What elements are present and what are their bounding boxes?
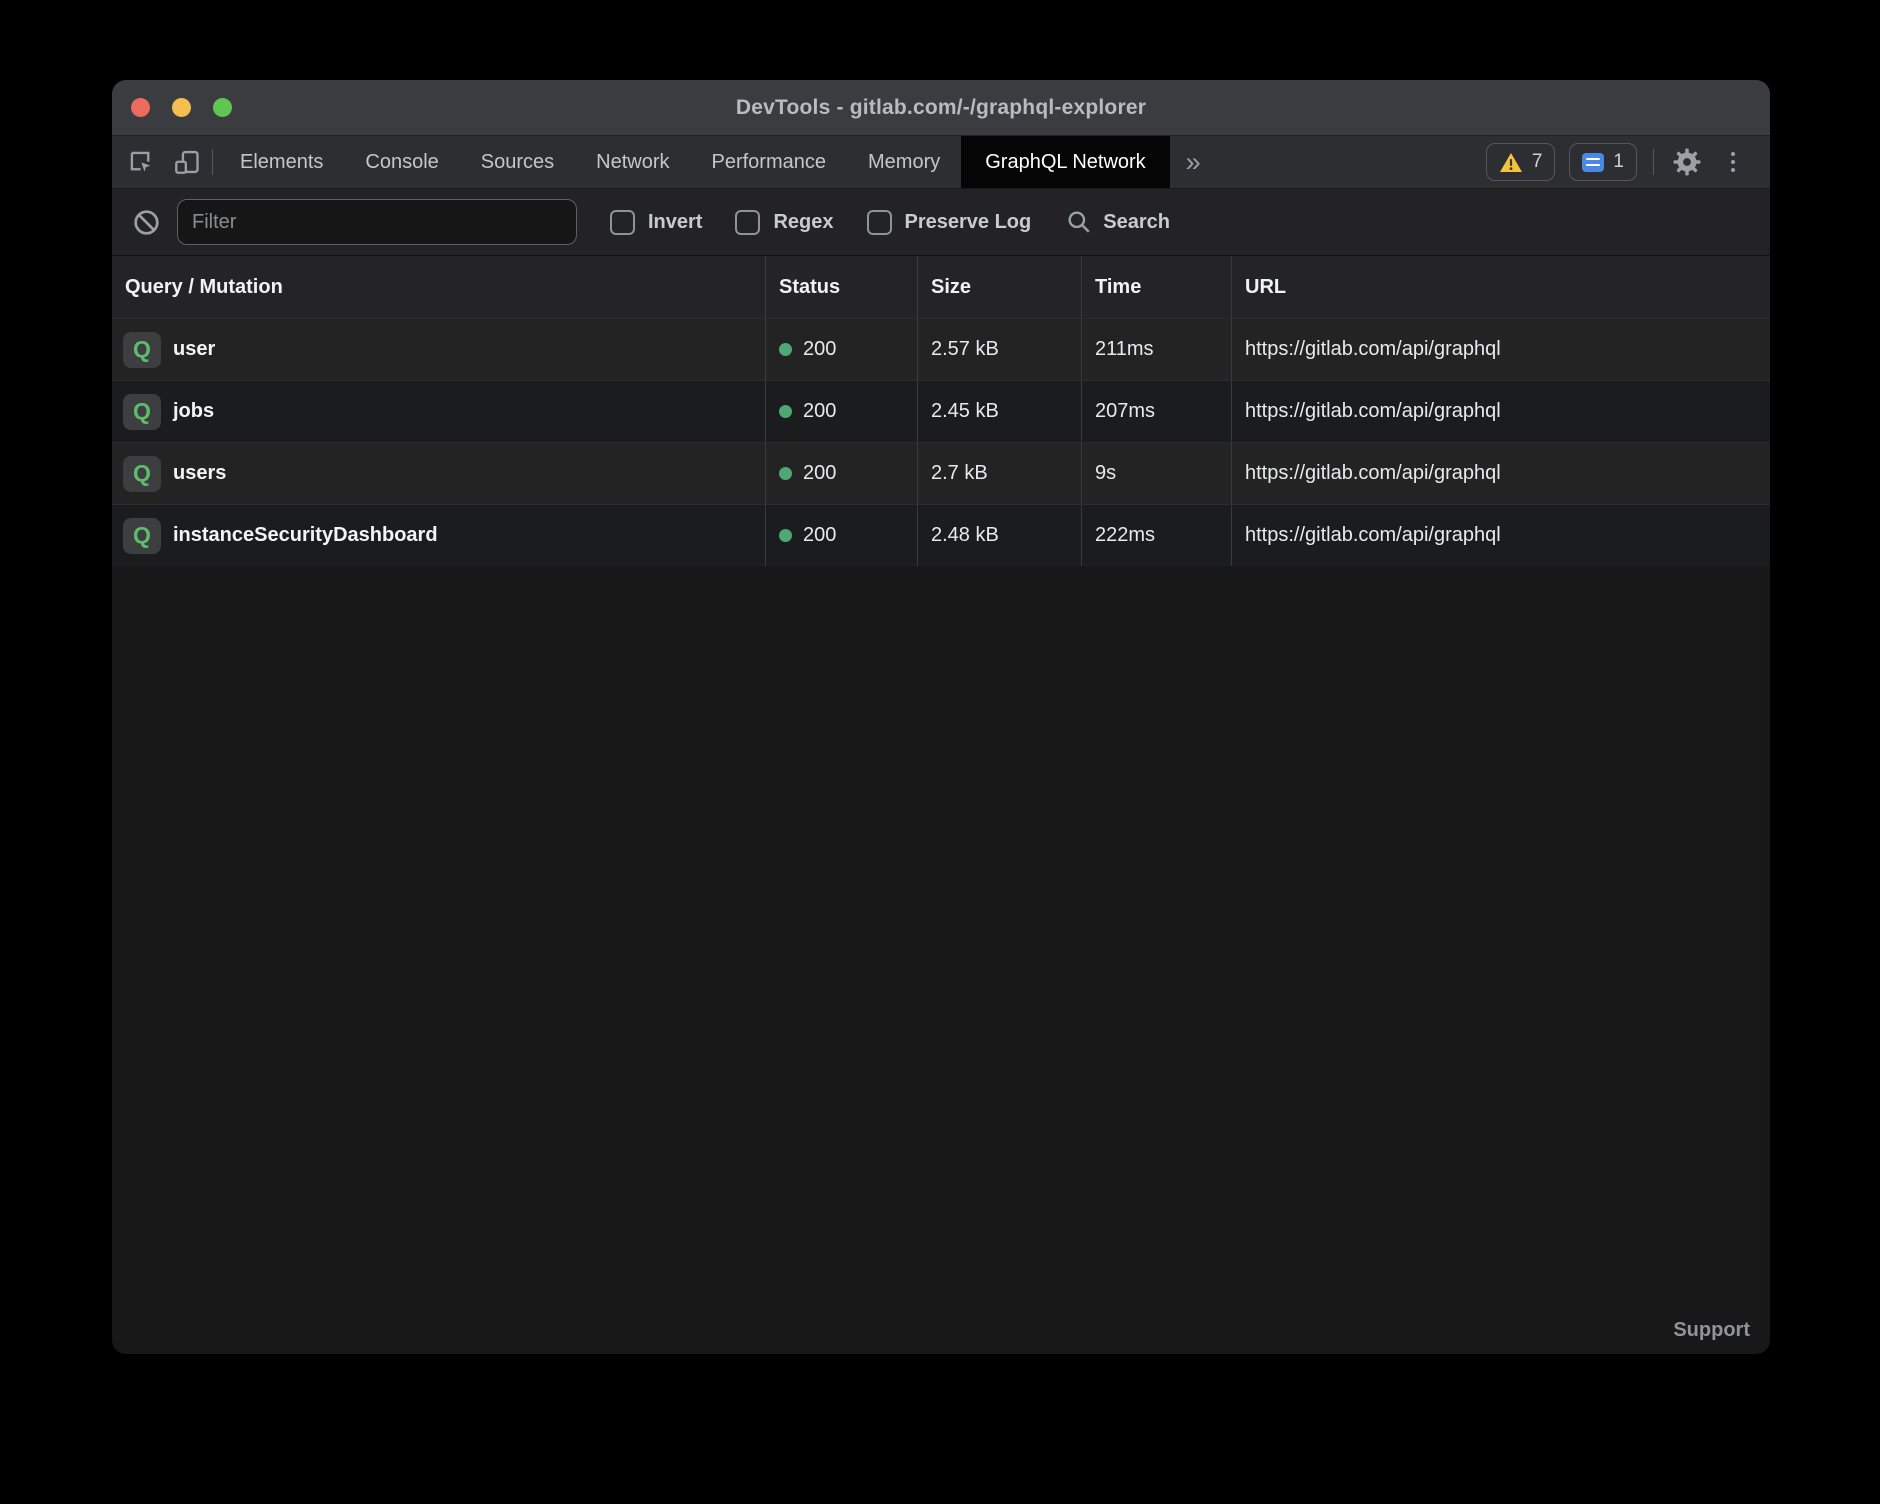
query-type-badge: Q <box>123 332 161 368</box>
toolbar-separator <box>212 149 213 175</box>
query-type-badge: Q <box>123 518 161 554</box>
regex-checkbox[interactable] <box>735 210 760 235</box>
regex-label: Regex <box>773 211 833 234</box>
more-tabs-icon[interactable]: » <box>1170 136 1217 188</box>
request-url: https://gitlab.com/api/graphql <box>1231 319 1770 380</box>
status-code: 200 <box>803 524 836 547</box>
table-row[interactable]: Q instanceSecurityDashboard 200 2.48 kB … <box>112 504 1770 566</box>
request-url: https://gitlab.com/api/graphql <box>1231 381 1770 442</box>
regex-checkbox-group: Regex <box>735 210 833 235</box>
response-time: 222ms <box>1081 505 1231 566</box>
query-name: users <box>173 462 226 485</box>
response-time: 211ms <box>1081 319 1231 380</box>
issues-badge[interactable]: 1 <box>1569 143 1637 181</box>
traffic-lights <box>131 80 232 135</box>
settings-gear-icon[interactable] <box>1670 145 1704 179</box>
inspect-element-icon[interactable] <box>124 145 158 179</box>
issue-count: 1 <box>1613 151 1624 173</box>
column-header-status[interactable]: Status <box>765 256 917 318</box>
table-row[interactable]: Q user 200 2.57 kB 211ms https://gitlab.… <box>112 319 1770 380</box>
request-url: https://gitlab.com/api/graphql <box>1231 443 1770 504</box>
preserve-log-label: Preserve Log <box>905 211 1032 234</box>
response-size: 2.48 kB <box>917 505 1081 566</box>
invert-label: Invert <box>648 211 702 234</box>
response-size: 2.57 kB <box>917 319 1081 380</box>
column-header-url[interactable]: URL <box>1231 256 1770 318</box>
warning-triangle-icon <box>1499 152 1523 173</box>
status-ok-dot <box>779 529 792 542</box>
warnings-badge[interactable]: 7 <box>1486 143 1556 181</box>
query-name: user <box>173 338 215 361</box>
search-label: Search <box>1103 211 1170 234</box>
devtools-tabbar: Elements Console Sources Network Perform… <box>112 136 1770 189</box>
column-header-time[interactable]: Time <box>1081 256 1231 318</box>
support-link[interactable]: Support <box>1673 1319 1750 1342</box>
response-time: 207ms <box>1081 381 1231 442</box>
minimize-window-button[interactable] <box>172 98 191 117</box>
message-icon <box>1582 153 1604 172</box>
status-ok-dot <box>779 405 792 418</box>
filter-input[interactable] <box>177 199 577 245</box>
table-row[interactable]: Q users 200 2.7 kB 9s https://gitlab.com… <box>112 442 1770 504</box>
query-type-badge: Q <box>123 394 161 430</box>
more-options-icon[interactable] <box>1718 145 1748 179</box>
preserve-log-checkbox[interactable] <box>867 210 892 235</box>
search-button[interactable]: Search <box>1066 209 1170 235</box>
close-window-button[interactable] <box>131 98 150 117</box>
status-code: 200 <box>803 338 836 361</box>
table-row[interactable]: Q jobs 200 2.45 kB 207ms https://gitlab.… <box>112 380 1770 442</box>
status-ok-dot <box>779 467 792 480</box>
tab-memory[interactable]: Memory <box>847 136 961 188</box>
clear-block-icon[interactable] <box>129 205 163 239</box>
status-code: 200 <box>803 462 836 485</box>
search-icon <box>1066 209 1092 235</box>
warning-count: 7 <box>1532 151 1543 173</box>
table-header: Query / Mutation Status Size Time URL <box>112 256 1770 319</box>
column-header-size[interactable]: Size <box>917 256 1081 318</box>
tab-network[interactable]: Network <box>575 136 690 188</box>
status-code: 200 <box>803 400 836 423</box>
tab-sources[interactable]: Sources <box>460 136 575 188</box>
invert-checkbox[interactable] <box>610 210 635 235</box>
response-size: 2.7 kB <box>917 443 1081 504</box>
query-type-badge: Q <box>123 456 161 492</box>
request-url: https://gitlab.com/api/graphql <box>1231 505 1770 566</box>
query-name: instanceSecurityDashboard <box>173 524 438 547</box>
panel-tabs: Elements Console Sources Network Perform… <box>219 136 1170 188</box>
zoom-window-button[interactable] <box>213 98 232 117</box>
column-header-query-mutation[interactable]: Query / Mutation <box>112 256 765 318</box>
status-ok-dot <box>779 343 792 356</box>
tab-elements[interactable]: Elements <box>219 136 344 188</box>
tabbar-right-separator <box>1653 149 1654 175</box>
devtools-window: DevTools - gitlab.com/-/graphql-explorer… <box>112 80 1770 1354</box>
query-name: jobs <box>173 400 214 423</box>
device-toolbar-icon[interactable] <box>170 145 204 179</box>
tab-performance[interactable]: Performance <box>691 136 848 188</box>
filter-toolbar: Invert Regex Preserve Log Search <box>112 189 1770 256</box>
tab-console[interactable]: Console <box>344 136 459 188</box>
response-time: 9s <box>1081 443 1231 504</box>
invert-checkbox-group: Invert <box>610 210 702 235</box>
request-table-body: Q user 200 2.57 kB 211ms https://gitlab.… <box>112 319 1770 566</box>
window-title: DevTools - gitlab.com/-/graphql-explorer <box>736 96 1146 120</box>
response-size: 2.45 kB <box>917 381 1081 442</box>
titlebar: DevTools - gitlab.com/-/graphql-explorer <box>112 80 1770 136</box>
preserve-log-checkbox-group: Preserve Log <box>867 210 1032 235</box>
tab-graphql-network[interactable]: GraphQL Network <box>961 136 1169 188</box>
